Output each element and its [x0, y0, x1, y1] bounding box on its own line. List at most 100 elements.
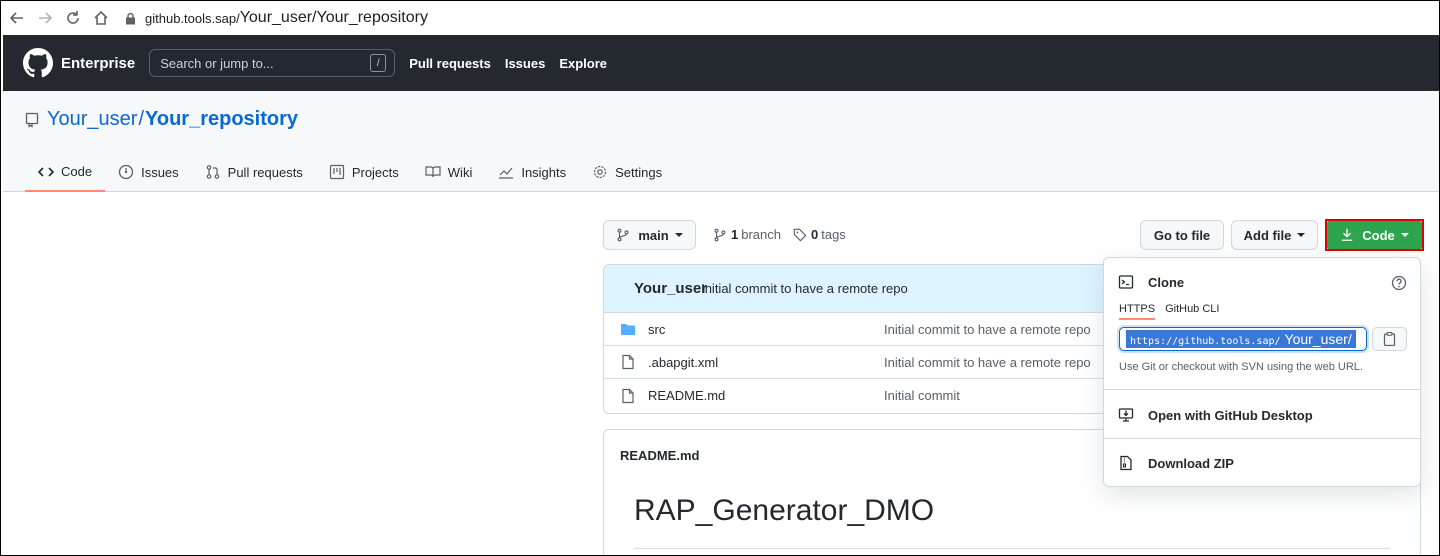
- terminal-icon: [1118, 275, 1134, 289]
- tab-insights[interactable]: Insights: [485, 153, 579, 191]
- window: github.tools.sap/ Your_user/Your_reposit…: [0, 0, 1440, 556]
- file-name[interactable]: src: [648, 322, 884, 337]
- repo-owner-link[interactable]: Your_user: [47, 108, 137, 131]
- add-file-button[interactable]: Add file: [1231, 220, 1318, 250]
- lock-icon: [123, 11, 137, 25]
- file-commit-message[interactable]: Initial commit to have a remote repo: [884, 322, 1091, 337]
- commit-message[interactable]: Initial commit to have a remote repo: [701, 281, 908, 296]
- open-github-desktop-item[interactable]: Open with GitHub Desktop: [1118, 407, 1313, 423]
- repo-separator: /: [138, 108, 145, 130]
- file-row[interactable]: src Initial commit to have a remote repo: [604, 313, 1182, 346]
- tag-count: 0: [811, 227, 819, 242]
- tab-label: Issues: [141, 164, 179, 180]
- code-button[interactable]: Code: [1327, 221, 1422, 249]
- branch-select-button[interactable]: main: [603, 220, 696, 250]
- download-zip-label: Download ZIP: [1148, 455, 1234, 471]
- gear-icon: [594, 165, 607, 179]
- tab-label: Projects: [351, 164, 399, 180]
- search-shortcut-badge: /: [370, 54, 387, 72]
- github-header: Enterprise Search or jump to... / Pull r…: [3, 35, 1439, 91]
- tab-label: Wiki: [447, 164, 473, 180]
- code-button-highlight: Code: [1325, 219, 1424, 251]
- chevron-down-icon: [1297, 233, 1306, 237]
- tab-code[interactable]: Code: [25, 153, 106, 192]
- repo-name-link[interactable]: Your_repository: [145, 108, 298, 131]
- code-icon: [38, 166, 54, 177]
- file-icon: [622, 354, 634, 370]
- brand-label[interactable]: Enterprise: [61, 55, 135, 72]
- readme-title: RAP_Generator_DMO: [634, 494, 935, 527]
- clone-url-prefix: https://github.tools.sap/: [1128, 335, 1283, 348]
- nav-explore[interactable]: Explore: [559, 56, 607, 71]
- readme-divider: [634, 548, 1390, 549]
- git-branch-icon: [714, 228, 726, 241]
- add-file-label: Add file: [1243, 227, 1292, 243]
- tab-label: Settings: [615, 164, 663, 180]
- tag-count-link[interactable]: 0 tags: [793, 227, 846, 242]
- latest-commit-bar: Your_user Initial commit to have a remot…: [604, 265, 1182, 313]
- open-desktop-label: Open with GitHub Desktop: [1148, 407, 1313, 423]
- address-bar[interactable]: github.tools.sap/ Your_user/Your_reposit…: [123, 9, 428, 27]
- search-input[interactable]: Search or jump to... /: [149, 49, 396, 77]
- project-icon: [329, 164, 344, 180]
- tab-label: Code: [61, 164, 93, 179]
- tab-https[interactable]: HTTPS: [1119, 303, 1156, 320]
- header-nav: Pull requests Issues Explore: [409, 56, 621, 71]
- clipboard-icon: [1383, 332, 1396, 346]
- clone-header: Clone: [1118, 274, 1184, 290]
- repo-title: Your_user / Your_repository: [25, 108, 298, 131]
- branch-count: 1: [731, 227, 739, 242]
- repo-icon: [25, 112, 39, 128]
- file-zip-icon: [1120, 455, 1132, 471]
- file-commit-message[interactable]: Initial commit to have a remote repo: [884, 355, 1091, 370]
- clone-tabs: HTTPS GitHub CLI: [1119, 303, 1229, 320]
- file-row[interactable]: README.md Initial commit: [604, 379, 1182, 412]
- file-row[interactable]: .abapgit.xml Initial commit to have a re…: [604, 346, 1182, 379]
- forward-icon[interactable]: [31, 4, 59, 32]
- url-host: github.tools.sap/: [145, 10, 240, 26]
- reload-icon[interactable]: [59, 4, 87, 32]
- graph-icon: [499, 167, 514, 179]
- copy-url-button[interactable]: [1372, 327, 1407, 351]
- download-icon: [1342, 228, 1353, 241]
- code-button-label: Code: [1362, 227, 1395, 243]
- tab-projects[interactable]: Projects: [316, 153, 412, 191]
- tab-label: Pull requests: [227, 164, 303, 180]
- tab-github-cli[interactable]: GitHub CLI: [1165, 303, 1219, 320]
- chevron-down-icon: [674, 233, 683, 237]
- download-zip-item[interactable]: Download ZIP: [1118, 455, 1234, 471]
- tag-icon: [793, 228, 807, 241]
- dropdown-divider: [1104, 389, 1420, 390]
- file-name[interactable]: .abapgit.xml: [648, 355, 884, 370]
- search-placeholder: Search or jump to...: [160, 55, 274, 71]
- tab-pull-requests[interactable]: Pull requests: [192, 153, 316, 191]
- nav-issues[interactable]: Issues: [505, 56, 545, 71]
- clone-dropdown: Clone HTTPS GitHub CLI https://github.to…: [1103, 257, 1421, 487]
- go-to-file-label: Go to file: [1153, 227, 1211, 243]
- go-to-file-button[interactable]: Go to file: [1140, 220, 1224, 250]
- tab-issues[interactable]: Issues: [105, 153, 192, 191]
- back-icon[interactable]: [3, 4, 31, 32]
- help-icon[interactable]: [1391, 275, 1407, 291]
- git-branch-icon: [617, 228, 629, 242]
- tab-settings[interactable]: Settings: [579, 153, 675, 191]
- branch-count-link[interactable]: 1 branch: [713, 227, 781, 242]
- file-name[interactable]: README.md: [648, 388, 884, 403]
- browser-toolbar: github.tools.sap/ Your_user/Your_reposit…: [1, 1, 1439, 35]
- book-icon: [425, 166, 441, 178]
- tab-wiki[interactable]: Wiki: [412, 153, 486, 191]
- branch-label: branch: [741, 227, 781, 242]
- home-icon[interactable]: [87, 4, 115, 32]
- tag-label: tags: [821, 227, 846, 242]
- nav-pull-requests[interactable]: Pull requests: [409, 56, 491, 71]
- clone-url-user: Your_user/: [1282, 330, 1354, 348]
- pull-request-icon: [206, 165, 219, 179]
- commit-author[interactable]: Your_user: [634, 280, 707, 297]
- repo-tabs: Code Issues Pull requests Projects Wiki …: [25, 153, 675, 192]
- clone-url-input[interactable]: https://github.tools.sap/Your_user/: [1119, 327, 1367, 351]
- folder-icon: [621, 324, 635, 335]
- file-list: Your_user Initial commit to have a remot…: [603, 264, 1183, 414]
- github-logo-icon[interactable]: [23, 48, 53, 78]
- clone-hint: Use Git or checkout with SVN using the w…: [1119, 361, 1363, 373]
- file-commit-message[interactable]: Initial commit: [884, 388, 960, 403]
